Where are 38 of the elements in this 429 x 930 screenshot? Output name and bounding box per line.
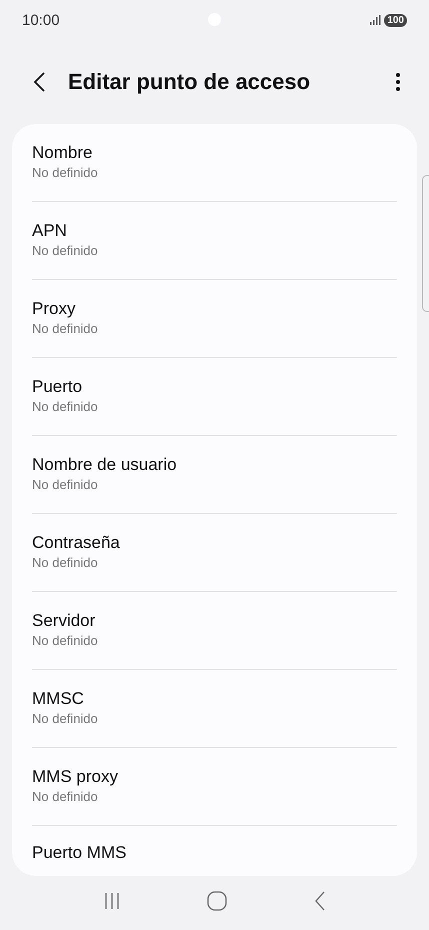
setting-label: Proxy	[32, 298, 76, 320]
back-nav-icon[interactable]	[314, 891, 326, 911]
setting-value: No definido	[32, 554, 99, 572]
home-icon[interactable]	[206, 891, 226, 911]
setting-item[interactable]: MMS proxy No definido	[32, 747, 397, 825]
setting-label: MMS proxy	[32, 766, 119, 788]
setting-value: No definido	[32, 164, 99, 182]
setting-value: No definido	[32, 320, 99, 338]
setting-label: APN	[32, 220, 68, 242]
setting-item[interactable]: Puerto MMS	[32, 825, 397, 876]
setting-item[interactable]: MMSC No definido	[32, 669, 397, 747]
page-title: Editar punto de acceso	[68, 69, 312, 95]
setting-item[interactable]: APN No definido	[32, 201, 397, 279]
setting-item[interactable]: Puerto No definido	[32, 357, 397, 435]
setting-value: No definido	[32, 710, 99, 728]
battery-level: 100	[384, 14, 407, 26]
setting-label: Contraseña	[32, 532, 121, 554]
setting-value: No definido	[32, 242, 99, 260]
setting-label: Nombre de usuario	[32, 454, 178, 476]
setting-label: Puerto	[32, 376, 84, 398]
setting-item[interactable]: Nombre de usuario No definido	[32, 435, 397, 513]
setting-label: Nombre	[32, 142, 94, 164]
more-options-icon[interactable]	[395, 72, 401, 92]
setting-value: No definido	[32, 632, 99, 650]
setting-value: No definido	[32, 476, 99, 494]
setting-item[interactable]: Nombre No definido	[32, 124, 397, 201]
setting-label: MMSC	[32, 688, 85, 710]
setting-label: Servidor	[32, 610, 96, 632]
recent-apps-icon[interactable]	[104, 892, 120, 910]
setting-item[interactable]: Contraseña No definido	[32, 513, 397, 591]
setting-item[interactable]: Servidor No definido	[32, 591, 397, 669]
setting-item[interactable]: Proxy No definido	[32, 279, 397, 357]
back-icon[interactable]	[32, 71, 46, 93]
status-time: 10:00	[22, 12, 60, 28]
setting-label: Puerto MMS	[32, 842, 128, 864]
setting-value: No definido	[32, 788, 99, 806]
signal-icon	[370, 15, 382, 25]
setting-value: No definido	[32, 398, 99, 416]
